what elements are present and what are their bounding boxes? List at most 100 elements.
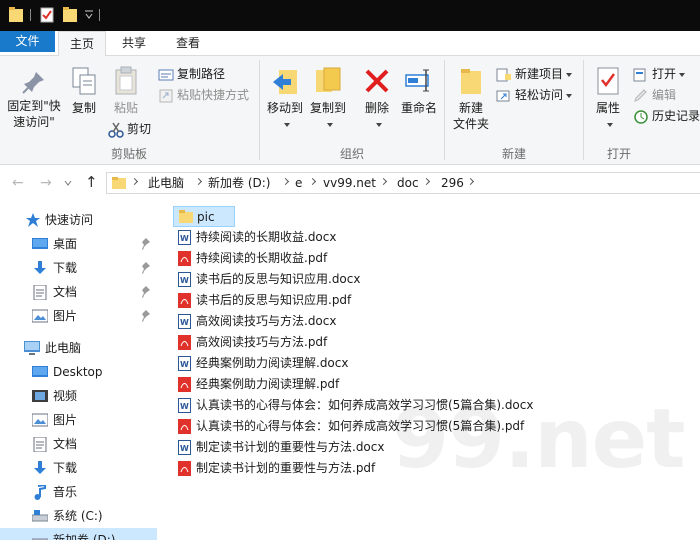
- nav-item-pictures-pc[interactable]: 图片: [0, 408, 157, 432]
- nav-item-label: 图片: [53, 413, 78, 427]
- new-folder-label-line1: 新建: [458, 101, 483, 115]
- breadcrumb-separator-icon[interactable]: [194, 177, 203, 186]
- svg-text:W: W: [180, 444, 189, 453]
- pin-icon[interactable]: [141, 286, 151, 298]
- new-folder-button[interactable]: 新建 文件夹: [449, 66, 493, 132]
- cut-button[interactable]: 剪切: [108, 119, 151, 139]
- open-dropdown-icon: [679, 72, 686, 77]
- up-arrow-icon[interactable]: ↑: [85, 173, 98, 191]
- rename-icon: [405, 69, 429, 92]
- svg-text:W: W: [180, 234, 189, 243]
- properties-button[interactable]: 属性: [588, 66, 628, 132]
- nav-item-drive-d[interactable]: 新加卷 (D:): [0, 528, 157, 540]
- word-document-icon: W: [178, 272, 191, 287]
- breadcrumb-e[interactable]: e: [295, 173, 302, 193]
- ribbon: 固定到"快 速访问" 复制 粘贴 复制路径 粘贴快捷方式 剪切 剪贴板 移动到 …: [0, 56, 700, 165]
- nav-item-desktop-pc[interactable]: Desktop: [0, 360, 157, 384]
- move-to-button[interactable]: 移动到: [264, 66, 306, 132]
- open-icon: [633, 68, 646, 81]
- nav-item-documents-pc[interactable]: 文档: [0, 432, 157, 456]
- word-document-icon: W: [178, 356, 191, 371]
- breadcrumb-separator-icon[interactable]: [281, 177, 290, 186]
- drive-icon: [32, 538, 48, 540]
- breadcrumb-separator-icon[interactable]: [308, 177, 317, 186]
- paste-button[interactable]: 粘贴: [108, 66, 144, 116]
- breadcrumb-separator-icon[interactable]: [466, 177, 475, 186]
- delete-button[interactable]: 删除: [360, 66, 394, 132]
- svg-text:W: W: [180, 360, 189, 369]
- breadcrumb-296[interactable]: 296: [441, 173, 464, 193]
- pictures-icon: [32, 309, 48, 323]
- copy-path-icon: [158, 69, 174, 80]
- nav-item-videos[interactable]: 视频: [0, 384, 157, 408]
- breadcrumb-vv99-net[interactable]: vv99.net: [323, 173, 376, 193]
- new-folder-quick-icon[interactable]: [63, 7, 77, 23]
- nav-item-documents[interactable]: 文档: [0, 280, 157, 304]
- breadcrumb-this-pc[interactable]: 此电脑: [148, 173, 184, 193]
- pin-icon[interactable]: [141, 310, 151, 322]
- history-button[interactable]: 历史记录: [633, 106, 700, 126]
- tab-view[interactable]: 查看: [164, 31, 212, 56]
- new-item-button[interactable]: 新建项目: [496, 64, 573, 84]
- file-name: 制定读书计划的重要性与方法.pdf: [196, 461, 376, 475]
- properties-quick-icon[interactable]: [40, 7, 54, 23]
- pdf-icon: [178, 251, 191, 266]
- nav-quick-access[interactable]: 快速访问: [0, 208, 157, 232]
- word-document-icon: W: [178, 230, 191, 245]
- nav-item-label: 新加卷 (D:): [53, 533, 116, 540]
- properties-dropdown-icon: [606, 122, 613, 127]
- back-arrow-icon[interactable]: ←: [12, 175, 24, 191]
- breadcrumb-doc[interactable]: doc: [397, 173, 419, 193]
- customize-qat-icon[interactable]: [85, 10, 93, 26]
- paste-shortcut-button[interactable]: 粘贴快捷方式: [158, 85, 249, 105]
- file-name: 认真读书的心得与体会：如何养成高效学习习惯(5篇合集).pdf: [196, 419, 525, 433]
- navigation-pane: 快速访问 桌面 下载 文档 图片 此电脑 Desktop 视频 图片 文档 下载…: [0, 200, 157, 540]
- file-name: 认真读书的心得与体会：如何养成高效学习习惯(5篇合集).docx: [196, 398, 534, 412]
- pin-icon: [22, 72, 44, 94]
- file-name: 制定读书计划的重要性与方法.docx: [196, 440, 385, 454]
- nav-item-drive-c[interactable]: 系统 (C:): [0, 504, 157, 528]
- pin-quick-access-button[interactable]: 固定到"快 速访问": [4, 70, 64, 130]
- title-separator: [30, 9, 31, 21]
- tab-home[interactable]: 主页: [58, 31, 106, 57]
- pictures-icon: [32, 413, 48, 427]
- pin-icon[interactable]: [141, 262, 151, 274]
- pin-icon[interactable]: [141, 238, 151, 250]
- recent-locations-chevron-icon[interactable]: [64, 180, 72, 186]
- system-drive-icon: [32, 510, 48, 522]
- edit-label: 编辑: [652, 88, 677, 102]
- paste-icon: [115, 66, 137, 95]
- easy-access-button[interactable]: 轻松访问: [496, 85, 573, 105]
- rename-button[interactable]: 重命名: [399, 66, 439, 116]
- copy-to-button[interactable]: 复制到: [308, 66, 348, 132]
- svg-text:W: W: [180, 318, 189, 327]
- copy-path-button[interactable]: 复制路径: [158, 64, 225, 84]
- breadcrumb-separator-icon[interactable]: [379, 177, 388, 186]
- nav-item-downloads-pc[interactable]: 下载: [0, 456, 157, 480]
- nav-item-label: 文档: [53, 285, 78, 299]
- breadcrumb-separator-icon[interactable]: [422, 177, 431, 186]
- new-item-icon: [496, 68, 511, 81]
- nav-item-desktop[interactable]: 桌面: [0, 232, 157, 256]
- open-label: 打开: [652, 67, 677, 81]
- breadcrumb-separator-icon[interactable]: [130, 177, 139, 186]
- address-bar[interactable]: 此电脑 新加卷 (D:) e vv99.net doc 296: [106, 172, 700, 194]
- forward-arrow-icon[interactable]: →: [40, 175, 52, 191]
- nav-this-pc[interactable]: 此电脑: [0, 336, 157, 360]
- copy-button[interactable]: 复制: [68, 66, 100, 116]
- title-separator: [99, 9, 100, 21]
- computer-icon: [24, 341, 40, 355]
- new-item-dropdown-icon: [566, 72, 573, 77]
- edit-button[interactable]: 编辑: [633, 85, 676, 105]
- nav-item-pictures[interactable]: 图片: [0, 304, 157, 328]
- breadcrumb-drive-d[interactable]: 新加卷 (D:): [208, 173, 270, 193]
- easy-access-label: 轻松访问: [515, 88, 564, 102]
- open-button[interactable]: 打开: [633, 64, 686, 84]
- title-bar: [0, 0, 700, 31]
- tab-file[interactable]: 文件: [0, 31, 55, 52]
- nav-item-downloads[interactable]: 下载: [0, 256, 157, 280]
- svg-text:W: W: [180, 402, 189, 411]
- tab-share[interactable]: 共享: [110, 31, 158, 56]
- nav-item-music[interactable]: 音乐: [0, 480, 157, 504]
- list-item-folder[interactable]: pic: [173, 206, 235, 227]
